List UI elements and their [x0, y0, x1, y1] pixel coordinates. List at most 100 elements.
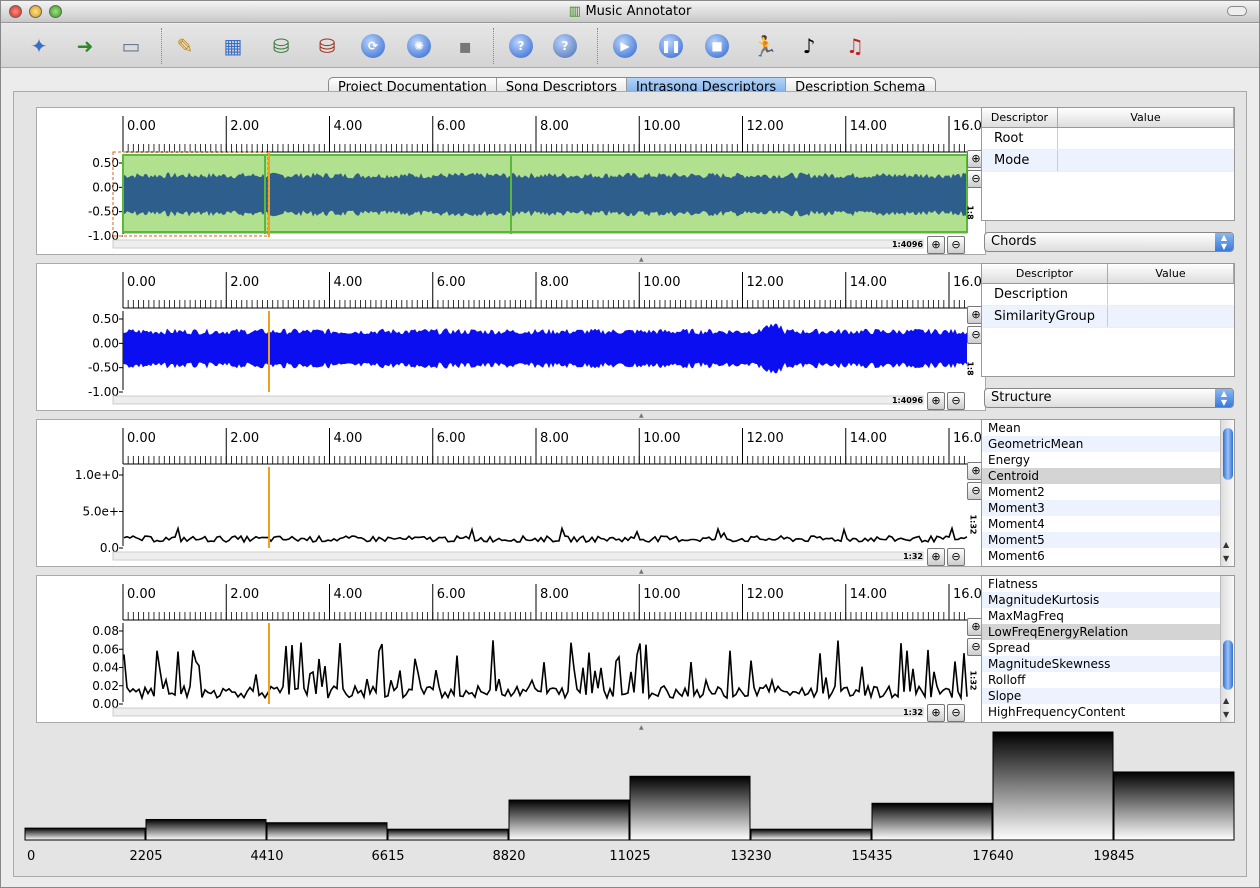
scroll-thumb[interactable]: [1223, 428, 1233, 480]
edit-button[interactable]: ✎: [169, 30, 201, 62]
vertical-scrollbar[interactable]: ▲ ▼: [1220, 420, 1234, 566]
list-item[interactable]: Moment6: [982, 548, 1234, 564]
refresh-button[interactable]: ⟳: [357, 30, 389, 62]
list-item[interactable]: Rolloff: [982, 672, 1234, 688]
settings-gear-button[interactable]: ✺: [403, 30, 435, 62]
list-item[interactable]: Mean: [982, 420, 1234, 436]
horizontal-zoom-in-button[interactable]: ⊕: [927, 548, 945, 566]
run-button[interactable]: 🏃: [749, 30, 781, 62]
music-wave-button[interactable]: ♫: [839, 30, 871, 62]
table-row[interactable]: Description: [982, 284, 1234, 306]
track-plot[interactable]: 0.00 2.00 4.00 6.00 8.00 10.00 12.00 14.00 16.00…: [37, 576, 987, 724]
table-row[interactable]: SimilarityGroup: [982, 306, 1234, 328]
split-handle[interactable]: ▲: [639, 256, 647, 263]
horizontal-scrollbar[interactable]: [112, 239, 924, 249]
list-item[interactable]: Moment4: [982, 516, 1234, 532]
list-item[interactable]: LowFreqEnergyRelation: [982, 624, 1234, 640]
split-handle[interactable]: ▲: [639, 412, 647, 419]
horizontal-zoom-out-button[interactable]: ⊖: [947, 704, 965, 722]
new-project-button[interactable]: ✦: [23, 30, 55, 62]
table-row[interactable]: Root: [982, 128, 1234, 150]
list-item[interactable]: GeometricMean: [982, 436, 1234, 452]
horizontal-scrollbar[interactable]: [112, 551, 924, 561]
vertical-scrollbar[interactable]: ▲ ▼: [1220, 576, 1234, 722]
time-tick-label: 6.00: [437, 431, 466, 446]
track-plot[interactable]: 0.00 2.00 4.00 6.00 8.00 10.00 12.00 14.00 16.00…: [37, 420, 987, 568]
save-project-button[interactable]: ▭: [115, 30, 147, 62]
horizontal-zoom-out-button[interactable]: ⊖: [947, 236, 965, 254]
horizontal-scrollbar[interactable]: [112, 395, 924, 405]
waveform-plot[interactable]: 0.500.00-0.50-1.00: [88, 151, 968, 243]
descriptor-cell: SimilarityGroup: [982, 306, 1108, 327]
time-ruler[interactable]: 0.00 2.00 4.00 6.00 8.00 10.00 12.00 14.00 16.00: [122, 428, 987, 465]
panel2-type-select[interactable]: Structure ▲ ▼: [984, 388, 1234, 408]
list-item[interactable]: Spread: [982, 640, 1234, 656]
time-tick-label: 8.00: [540, 431, 569, 446]
scroll-up-arrow-icon[interactable]: ▲: [1223, 696, 1229, 705]
value-cell[interactable]: [1108, 306, 1234, 327]
split-handle[interactable]: ▲: [639, 568, 647, 575]
database-button[interactable]: ⛁: [311, 30, 343, 62]
column-header-value[interactable]: Value: [1058, 108, 1234, 127]
list-item[interactable]: MaxMagFreq: [982, 608, 1234, 624]
time-ruler[interactable]: 0.00 2.00 4.00 6.00 8.00 10.00 12.00 14.00 16.00: [122, 584, 987, 621]
column-header-descriptor[interactable]: Descriptor: [982, 108, 1058, 127]
value-cell[interactable]: [1058, 128, 1234, 149]
help-button[interactable]: ?: [505, 30, 537, 62]
horizontal-zoom-in-button[interactable]: ⊕: [927, 236, 945, 254]
list-item[interactable]: Moment3: [982, 500, 1234, 516]
value-cell[interactable]: [1058, 150, 1234, 171]
time-ruler[interactable]: 0.00 2.00 4.00 6.00 8.00 10.00 12.00 14.00 16.00: [122, 116, 987, 153]
close-window-button[interactable]: [9, 5, 22, 18]
descriptor-track-1: 0.00 2.00 4.00 6.00 8.00 10.00 12.00 14.00 16.00…: [36, 107, 987, 256]
horizontal-zoom-in-button[interactable]: ⊕: [927, 392, 945, 410]
horizontal-scrollbar[interactable]: [112, 707, 924, 717]
time-ruler[interactable]: 0.00 2.00 4.00 6.00 8.00 10.00 12.00 14.00 16.00: [122, 272, 987, 309]
disk-button[interactable]: ▪: [449, 30, 481, 62]
list-item[interactable]: Energy: [982, 452, 1234, 468]
music-note-button[interactable]: ♪: [793, 30, 825, 62]
list-item[interactable]: Flatness: [982, 576, 1234, 592]
scroll-down-arrow-icon[interactable]: ▼: [1223, 710, 1229, 719]
split-handle[interactable]: ▲: [639, 724, 647, 731]
scroll-down-arrow-icon[interactable]: ▼: [1223, 554, 1229, 563]
schema-button[interactable]: ▦: [217, 30, 249, 62]
horizontal-zoom-out-button[interactable]: ⊖: [947, 548, 965, 566]
spectrum-histogram[interactable]: 0 2205 4410 6615 8820 11025 13230 15435 17640 198…: [24, 731, 1235, 864]
waveform-plot[interactable]: 1.0e+05.0e+0.0: [75, 467, 968, 555]
time-tick-label: 2.00: [230, 119, 259, 134]
title-bar[interactable]: ▥ Music Annotator: [1, 1, 1259, 23]
list-item[interactable]: MagnitudeKurtosis: [982, 592, 1234, 608]
track-plot[interactable]: 0.00 2.00 4.00 6.00 8.00 10.00 12.00 14.00 16.00…: [37, 108, 987, 256]
scroll-up-arrow-icon[interactable]: ▲: [1223, 540, 1229, 549]
list-item[interactable]: Centroid: [982, 468, 1234, 484]
column-header-value[interactable]: Value: [1108, 264, 1234, 283]
open-project-button[interactable]: ➜: [69, 30, 101, 62]
waveform-plot[interactable]: 0.500.00-0.50-1.00: [88, 311, 967, 399]
column-header-descriptor[interactable]: Descriptor: [982, 264, 1108, 283]
value-cell[interactable]: [1108, 284, 1234, 305]
list-item[interactable]: Moment5: [982, 532, 1234, 548]
list-item[interactable]: Slope: [982, 688, 1234, 704]
track-plot[interactable]: 0.00 2.00 4.00 6.00 8.00 10.00 12.00 14.00 16.00…: [37, 264, 987, 412]
waveform-plot[interactable]: 0.080.060.040.020.00: [92, 623, 968, 711]
toolbar-toggle-button[interactable]: [1227, 6, 1247, 16]
time-tick-label: 14.00: [850, 587, 887, 602]
minimize-window-button[interactable]: [29, 5, 42, 18]
table-row[interactable]: Mode: [982, 150, 1234, 172]
list-item[interactable]: MagnitudeSkewness: [982, 656, 1234, 672]
histogram-tick-label: 0: [27, 849, 35, 864]
zoom-window-button[interactable]: [49, 5, 62, 18]
scroll-thumb[interactable]: [1223, 640, 1233, 690]
pause-button[interactable]: ❚❚: [655, 30, 687, 62]
context-help-button[interactable]: ?: [549, 30, 581, 62]
horizontal-zoom-in-button[interactable]: ⊕: [927, 704, 945, 722]
list-item[interactable]: Moment2: [982, 484, 1234, 500]
play-button[interactable]: ▶: [609, 30, 641, 62]
database-add-button[interactable]: ⛁: [265, 30, 297, 62]
list-item[interactable]: HighFrequencyContent: [982, 704, 1234, 720]
music-note-icon: ♪: [802, 34, 816, 58]
horizontal-zoom-out-button[interactable]: ⊖: [947, 392, 965, 410]
panel1-type-select[interactable]: Chords ▲ ▼: [984, 232, 1234, 252]
stop-button[interactable]: ■: [701, 30, 733, 62]
